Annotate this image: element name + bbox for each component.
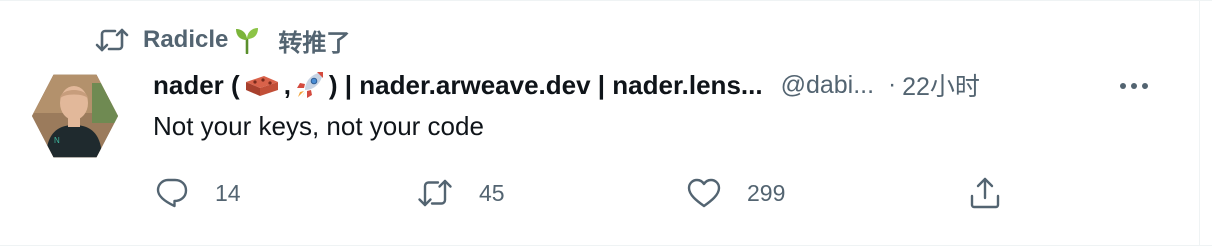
heart-icon bbox=[687, 178, 721, 208]
sprout-icon bbox=[234, 26, 260, 54]
share-button[interactable] bbox=[969, 173, 1001, 213]
more-options-button[interactable] bbox=[1117, 71, 1151, 101]
retweeted-label: 转推了 bbox=[278, 29, 351, 57]
reply-button[interactable]: 14 bbox=[155, 173, 241, 213]
retweet-context-icon bbox=[95, 27, 129, 53]
display-name-separator: , bbox=[283, 69, 291, 100]
retweet-count: 45 bbox=[479, 179, 505, 206]
share-icon bbox=[969, 176, 1001, 210]
display-name-prefix: nader ( bbox=[153, 69, 240, 100]
author-display-name[interactable]: nader ( ,) | nader.arweave.dev | nader.… bbox=[153, 70, 763, 101]
tweet-header: nader ( ,) | nader.arweave.dev | nader.… bbox=[153, 65, 1193, 105]
tweet-card[interactable]: Radicle 转推了 N nader (,) | nader.arweav… bbox=[0, 0, 1212, 246]
like-count: 299 bbox=[747, 179, 786, 206]
avatar[interactable]: N bbox=[32, 74, 118, 158]
retweet-button[interactable]: 45 bbox=[417, 173, 505, 213]
author-handle[interactable]: @dabi... bbox=[781, 71, 874, 100]
tweet-actions: 14 45 299 bbox=[155, 173, 1015, 213]
brick-icon bbox=[244, 72, 280, 98]
more-icon bbox=[1120, 83, 1148, 89]
svg-text:N: N bbox=[54, 136, 60, 145]
tweet-text: Not your keys, not your code bbox=[153, 111, 484, 141]
reply-count: 14 bbox=[215, 179, 241, 206]
display-name-suffix: ) | nader.arweave.dev | nader.lens... bbox=[328, 69, 763, 100]
retweeter-name-group[interactable]: Radicle bbox=[143, 26, 260, 54]
social-context: Radicle 转推了 bbox=[95, 23, 350, 57]
retweeter-name[interactable]: Radicle bbox=[143, 26, 228, 54]
tweet-timestamp[interactable]: 22小时 bbox=[902, 67, 980, 103]
retweet-icon bbox=[417, 178, 453, 208]
like-button[interactable]: 299 bbox=[687, 173, 785, 213]
header-separator-dot: · bbox=[888, 71, 897, 98]
rocket-icon bbox=[295, 70, 325, 100]
reply-icon bbox=[155, 177, 189, 209]
